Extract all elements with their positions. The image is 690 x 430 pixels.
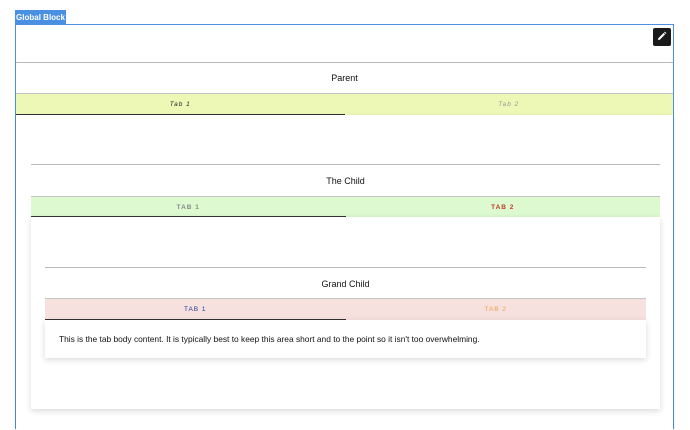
grandchild-tab-panel: This is the tab body content. It is typi…	[45, 320, 646, 358]
global-block: Parent Tab 1 Tab 2 The Child TAB 1 TAB 2…	[15, 24, 674, 430]
child-tab-1-label: TAB 1	[176, 203, 200, 211]
global-block-label: Global Block	[15, 10, 66, 25]
grandchild-tab-2[interactable]: TAB 2	[346, 299, 647, 320]
parent-tab-panel: The Child TAB 1 TAB 2 Grand Child TAB 1 …	[16, 115, 673, 430]
child-divider	[31, 164, 660, 165]
grandchild-tab-2-label: TAB 2	[484, 306, 508, 313]
parent-tab-2[interactable]: Tab 2	[345, 94, 674, 115]
parent-tab-1-label: Tab 1	[169, 101, 191, 108]
child-tab-1[interactable]: TAB 1	[31, 197, 346, 217]
parent-tab-1[interactable]: Tab 1	[16, 94, 345, 115]
edit-button[interactable]	[653, 28, 671, 46]
parent-tab-2-label: Tab 2	[498, 101, 520, 108]
grandchild-divider	[45, 267, 646, 268]
pencil-icon	[657, 28, 667, 46]
parent-title: Parent	[331, 73, 358, 83]
child-tab-2-label: TAB 2	[491, 203, 515, 211]
child-tab-panel: Grand Child TAB 1 TAB 2 This is the tab …	[31, 217, 660, 409]
child-tab-2[interactable]: TAB 2	[346, 197, 661, 217]
grandchild-tabbar: TAB 1 TAB 2	[45, 298, 646, 320]
parent-tabbar: Tab 1 Tab 2	[16, 93, 673, 115]
grandchild-tab-1[interactable]: TAB 1	[45, 299, 346, 320]
grandchild-tab-1-label: TAB 1	[183, 306, 207, 313]
child-tabbar: TAB 1 TAB 2	[31, 196, 660, 217]
child-title: The Child	[326, 176, 365, 186]
parent-divider	[16, 62, 673, 63]
tab-body-text: This is the tab body content. It is typi…	[59, 334, 480, 344]
grandchild-title: Grand Child	[321, 279, 370, 289]
